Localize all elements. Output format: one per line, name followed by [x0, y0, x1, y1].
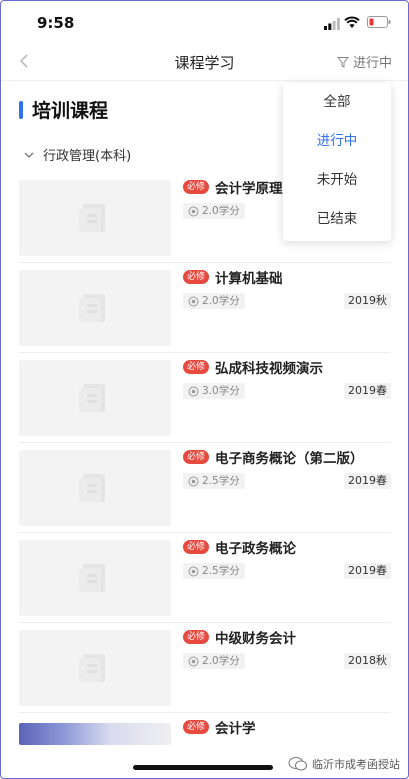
term-tag: 2018秋: [344, 653, 391, 669]
credit-text: 2.0学分: [202, 205, 240, 217]
credit-tag: 2.5学分: [183, 473, 245, 489]
group-header[interactable]: 行政管理(本科): [23, 145, 131, 164]
course-item[interactable]: 必修 会计学: [19, 717, 391, 757]
credit-icon: [188, 476, 199, 486]
wechat-icon: [288, 757, 307, 771]
wifi-icon: [344, 16, 360, 28]
term-tag: 2019春: [344, 383, 391, 399]
filter-icon: [336, 56, 349, 68]
course-name: 电子政务概论: [215, 541, 296, 557]
course-info: 必修 中级财务会计 2.0学分 2018秋: [183, 627, 391, 707]
battery-icon: [367, 16, 391, 28]
required-badge: 必修: [183, 180, 210, 194]
signal-icon: [324, 18, 340, 30]
nav-bar: 课程学习 进行中: [1, 41, 408, 81]
placeholder-logo-icon: [79, 474, 105, 502]
required-badge: 必修: [183, 720, 210, 734]
course-name: 弘成科技视频演示: [215, 361, 323, 377]
credit-icon: [188, 566, 199, 576]
credit-tag: 2.5学分: [183, 563, 245, 579]
credit-text: 2.0学分: [202, 295, 240, 307]
credit-icon: [188, 386, 199, 396]
placeholder-logo-icon: [79, 654, 105, 682]
placeholder-logo-icon: [79, 564, 105, 592]
credit-tag: 2.0学分: [183, 203, 245, 219]
credit-icon: [188, 296, 199, 306]
course-info: 必修 计算机基础 2.0学分 2019秋: [183, 267, 391, 347]
course-thumbnail: [19, 360, 171, 436]
credit-text: 2.5学分: [202, 565, 240, 577]
required-badge: 必修: [183, 540, 210, 554]
section-title: 培训课程: [32, 100, 109, 122]
filter-dropdown: 全部 进行中 未开始 已结束: [283, 83, 391, 241]
required-badge: 必修: [183, 630, 210, 644]
credit-text: 2.5学分: [202, 475, 240, 487]
credit-text: 2.0学分: [202, 655, 240, 667]
filter-option-ended[interactable]: 已结束: [283, 200, 391, 239]
course-info: 必修 弘成科技视频演示 3.0学分 2019春: [183, 357, 391, 437]
filter-option-in-progress[interactable]: 进行中: [283, 122, 391, 161]
watermark: 临沂市成考函授站: [288, 756, 400, 772]
course-name: 中级财务会计: [215, 631, 296, 647]
filter-option-all[interactable]: 全部: [283, 83, 391, 122]
course-item[interactable]: 必修 中级财务会计 2.0学分 2018秋: [19, 627, 391, 713]
credit-tag: 3.0学分: [183, 383, 245, 399]
course-info: 必修 电子政务概论 2.5学分 2019春: [183, 537, 391, 617]
credit-tag: 2.0学分: [183, 653, 245, 669]
filter-button[interactable]: 进行中: [336, 52, 392, 71]
course-name: 会计学原理: [215, 181, 283, 197]
credit-icon: [188, 206, 199, 216]
filter-option-not-started[interactable]: 未开始: [283, 161, 391, 200]
home-indicator[interactable]: [133, 765, 273, 770]
course-info: 必修 电子商务概论（第二版） 2.5学分 2019春: [183, 447, 391, 527]
course-thumbnail: [19, 630, 171, 706]
chevron-down-icon: [24, 152, 34, 158]
credit-icon: [188, 656, 199, 666]
required-badge: 必修: [183, 270, 210, 284]
required-badge: 必修: [183, 450, 210, 464]
term-tag: 2019秋: [344, 293, 391, 309]
group-title: 行政管理(本科): [43, 149, 132, 164]
filter-label: 进行中: [352, 56, 392, 71]
section-accent-bar: [19, 100, 23, 119]
course-item[interactable]: 必修 电子商务概论（第二版） 2.5学分 2019春: [19, 447, 391, 533]
credit-text: 3.0学分: [202, 385, 240, 397]
placeholder-logo-icon: [79, 294, 105, 322]
term-tag: 2019春: [344, 473, 391, 489]
course-item[interactable]: 必修 弘成科技视频演示 3.0学分 2019春: [19, 357, 391, 443]
required-badge: 必修: [183, 360, 210, 374]
status-time: 9:58: [37, 14, 75, 32]
course-thumbnail: [19, 450, 171, 526]
status-bar: 9:58: [1, 1, 408, 41]
course-thumbnail: [19, 540, 171, 616]
course-name: 电子商务概论（第二版）: [215, 451, 364, 467]
course-thumbnail: [19, 270, 171, 346]
course-name: 计算机基础: [215, 271, 283, 287]
placeholder-logo-icon: [79, 204, 105, 232]
term-tag: 2019春: [344, 563, 391, 579]
watermark-text: 临沂市成考函授站: [312, 758, 400, 771]
placeholder-logo-icon: [79, 384, 105, 412]
course-item[interactable]: 必修 电子政务概论 2.5学分 2019春: [19, 537, 391, 623]
course-item[interactable]: 必修 计算机基础 2.0学分 2019秋: [19, 267, 391, 353]
app-screen: 9:58 课程学习 进行中 培训课程 行政管理(本科) 必修 会计学原理 2.0…: [0, 0, 409, 779]
course-thumbnail: [19, 180, 171, 256]
course-name: 会计学: [215, 721, 256, 737]
section-header: 培训课程: [19, 96, 108, 123]
credit-tag: 2.0学分: [183, 293, 245, 309]
